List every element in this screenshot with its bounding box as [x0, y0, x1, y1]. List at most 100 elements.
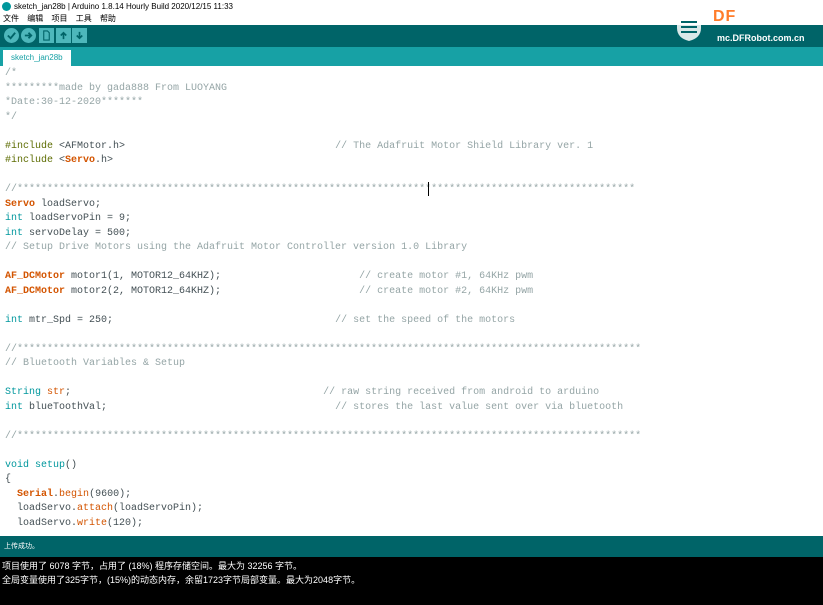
code-line: String str; // raw string received from …: [5, 386, 641, 401]
console-line-1: 项目使用了 6078 字节，占用了 (18%) 程序存储空间。最大为 32256…: [2, 561, 303, 571]
code-line: // Bluetooth Variables & Setup: [5, 357, 641, 372]
code-token: int: [5, 227, 24, 239]
code-token: AF_DCMotor: [5, 285, 66, 297]
code-token: begin: [59, 488, 90, 500]
code-line: Servo loadServo;: [5, 198, 641, 213]
code-token: (loadServoPin);: [113, 503, 204, 514]
code-token: (120);: [107, 517, 144, 529]
code-token: String: [5, 387, 42, 398]
upload-button[interactable]: [21, 28, 36, 43]
code-token: loadServoPin = 9;: [23, 213, 132, 224]
code-token: // raw string received from android to a…: [71, 387, 600, 398]
code-line: int blueToothVal; // stores the last val…: [5, 401, 641, 416]
code-token: #include: [5, 155, 60, 166]
code-token: // The Adafruit Motor Shield Library ver…: [125, 140, 594, 152]
code-token: blueToothVal;: [23, 401, 108, 413]
code-editor[interactable]: /* *********made by gada888 From LUOYANG *…: [0, 66, 823, 536]
code-line: */: [5, 111, 641, 126]
arduino-app-icon: [2, 2, 11, 11]
code-token: setup: [35, 459, 66, 471]
console-line-2: 全局变量使用了325字节，(15%)的动态内存，余留1723字节局部变量。最大为…: [2, 575, 361, 585]
code-line: //**************************************…: [5, 430, 641, 445]
watermark-url: mc.DFRobot.com.cn: [717, 33, 805, 43]
code-line: Serial.begin(9600);: [5, 488, 641, 503]
code-line: #include <Servo.h>: [5, 154, 641, 169]
code-line: //**************************************…: [5, 343, 641, 358]
code-line: *Date:30-12-2020*******: [5, 96, 641, 111]
code-token: // create motor #2, 64KHz pwm: [221, 285, 534, 297]
code-line: /*: [5, 67, 641, 82]
verify-button[interactable]: [4, 28, 19, 43]
code-token: int: [5, 213, 24, 224]
code-token: *********made by gada888 From LUOYANG: [5, 82, 228, 94]
code-token: int: [5, 401, 24, 413]
code-line: //**************************************…: [5, 183, 641, 198]
menu-tools[interactable]: 工具: [76, 13, 92, 25]
code-token: //**************************************…: [5, 184, 636, 195]
code-token: *Date:30-12-2020*******: [5, 97, 144, 108]
code-line: loadServo.write(120);: [5, 517, 641, 532]
status-message: 上传成功。: [4, 543, 39, 550]
verify-icon: [7, 32, 16, 40]
arrow-down-icon: [76, 31, 83, 40]
code-line: int servoDelay = 500;: [5, 227, 641, 242]
upload-icon: [24, 32, 33, 39]
code-token: Servo: [5, 198, 36, 210]
code-line: // Setup Drive Motors using the Adafruit…: [5, 241, 641, 256]
status-bar: 上传成功。: [0, 536, 823, 557]
code-token: // Bluetooth Variables & Setup: [5, 358, 186, 369]
code-token: servoDelay = 500;: [23, 227, 132, 239]
code-token: #include: [5, 140, 60, 152]
code-token: write: [77, 517, 108, 529]
code-line: int loadServoPin = 9;: [5, 212, 641, 227]
new-file-icon: [43, 30, 50, 41]
code-token: AF_DCMotor: [5, 271, 66, 282]
code-line: int mtr_Spd = 250; // set the speed of t…: [5, 314, 641, 329]
arrow-up-icon: [60, 31, 67, 40]
open-button[interactable]: [56, 28, 71, 43]
code-token: str: [47, 387, 66, 398]
code-line: AF_DCMotor motor1(1, MOTOR12_64KHZ); // …: [5, 270, 641, 285]
code-line: #include <AFMotor.h> // The Adafruit Mot…: [5, 140, 641, 155]
menu-edit[interactable]: 编辑: [27, 13, 43, 25]
code-line: loadServo.attach(loadServoPin);: [5, 502, 641, 517]
new-sketch-button[interactable]: [39, 28, 54, 43]
code-token: <AFMotor.h>: [59, 140, 126, 152]
code-token: .h>: [95, 155, 114, 166]
code-token: /*: [5, 68, 18, 79]
code-token: loadServo.: [5, 503, 78, 514]
code-token: Serial: [17, 488, 54, 500]
window-title: sketch_jan28b | Arduino 1.8.14 Hourly Bu…: [14, 2, 233, 11]
code-token: //**************************************…: [5, 343, 642, 355]
code-line: {: [5, 473, 641, 488]
code-token: // stores the last value sent over via b…: [107, 401, 624, 413]
code-token: attach: [77, 503, 114, 514]
code-text: /* *********made by gada888 From LUOYANG *…: [5, 67, 641, 531]
code-token: (): [65, 459, 78, 471]
code-token: mtr_Spd = 250;: [23, 314, 114, 326]
text-caret: [428, 182, 429, 196]
code-line: void setup(): [5, 459, 641, 474]
tab-sketch[interactable]: sketch_jan28b: [3, 50, 71, 66]
code-token: // set the speed of the motors: [113, 314, 516, 326]
code-token: void: [5, 459, 30, 471]
code-token: // Setup Drive Motors using the Adafruit…: [5, 242, 468, 253]
code-token: Servo: [65, 155, 96, 166]
menu-file[interactable]: 文件: [3, 13, 19, 25]
menu-sketch[interactable]: 项目: [51, 13, 67, 25]
code-line: AF_DCMotor motor2(2, MOTOR12_64KHZ); // …: [5, 285, 641, 300]
save-button[interactable]: [72, 28, 87, 43]
menu-help[interactable]: 帮助: [100, 13, 116, 25]
code-token: int: [5, 314, 24, 326]
code-line: *********made by gada888 From LUOYANG: [5, 82, 641, 97]
code-token: (9600);: [89, 488, 132, 500]
code-token: // create motor #1, 64KHz pwm: [221, 271, 534, 282]
